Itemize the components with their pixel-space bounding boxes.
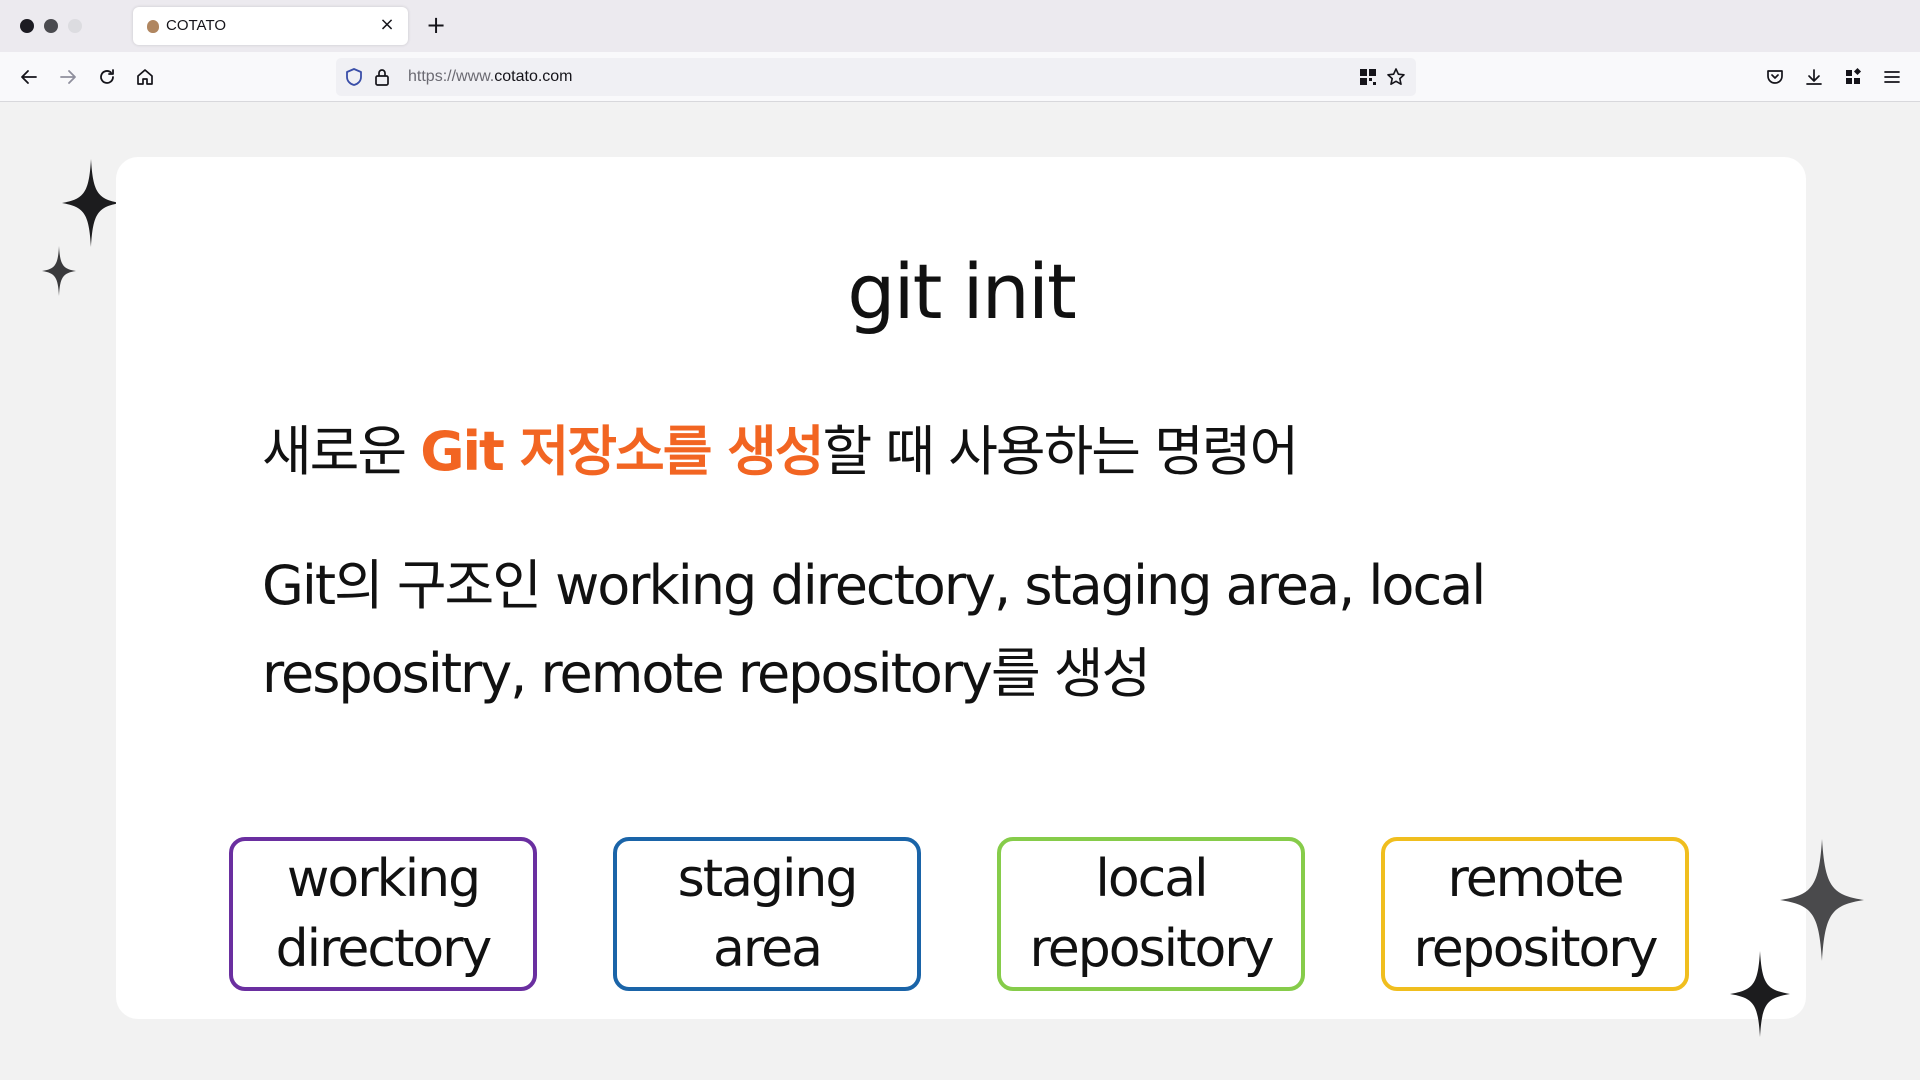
working-directory-box: working directory xyxy=(229,837,537,991)
box-label-line2: directory xyxy=(275,919,493,979)
new-tab-button[interactable]: + xyxy=(422,12,450,40)
arrow-left-icon[interactable] xyxy=(14,62,44,92)
shield-icon[interactable] xyxy=(344,67,364,87)
sparkle-small-bottom-right-icon xyxy=(1730,951,1790,1037)
hamburger-menu-icon[interactable] xyxy=(1877,62,1907,92)
tab-title: COTATO xyxy=(166,17,226,34)
pocket-icon[interactable] xyxy=(1760,62,1790,92)
page-content: git init 새로운 Git 저장소를 생성할 때 사용하는 명령어 Git… xyxy=(0,103,1920,1080)
staging-area-box: staging area xyxy=(613,837,921,991)
close-window-button[interactable] xyxy=(20,19,34,33)
box-label-line2: area xyxy=(713,919,823,979)
description-suffix: 할 때 사용하는 명령어 xyxy=(822,420,1300,483)
box-label-line1: staging xyxy=(677,849,859,909)
box-label-line1: local xyxy=(1095,849,1208,909)
url-text[interactable]: https://www.cotato.com xyxy=(408,68,573,86)
arrow-right-icon[interactable] xyxy=(53,62,83,92)
slide-title: git init xyxy=(847,247,1077,336)
remote-repository-box: remote repository xyxy=(1381,837,1689,991)
reload-icon[interactable] xyxy=(92,62,122,92)
favicon-icon xyxy=(147,20,159,33)
tab-strip: COTATO × + xyxy=(0,0,1920,52)
qr-code-icon[interactable] xyxy=(1358,67,1378,87)
maximize-window-button[interactable] xyxy=(68,19,82,33)
local-repository-box: local repository xyxy=(997,837,1305,991)
url-domain: cotato.com xyxy=(494,68,573,85)
box-label: local repository xyxy=(1029,844,1275,984)
box-label-line1: working xyxy=(286,849,481,909)
box-label: remote repository xyxy=(1413,844,1659,984)
box-label: working directory xyxy=(275,844,493,984)
tab-close-icon[interactable]: × xyxy=(376,14,398,36)
url-bar[interactable]: https://www.cotato.com xyxy=(336,58,1416,96)
sparkle-large-bottom-right-icon xyxy=(1780,839,1864,961)
box-label-line2: repository xyxy=(1029,919,1275,979)
star-icon[interactable] xyxy=(1386,67,1406,87)
extensions-icon[interactable] xyxy=(1838,62,1868,92)
description-highlight: Git 저장소를 생성 xyxy=(420,420,824,483)
url-protocol: https://www. xyxy=(408,68,495,85)
sparkle-small-top-left-icon xyxy=(42,246,76,296)
box-label: staging area xyxy=(677,844,859,984)
box-label-line1: remote xyxy=(1447,849,1624,909)
minimize-window-button[interactable] xyxy=(44,19,58,33)
slide-description: 새로운 Git 저장소를 생성할 때 사용하는 명령어 xyxy=(262,407,1300,486)
lock-icon[interactable] xyxy=(372,67,392,87)
tab-cotato[interactable]: COTATO × xyxy=(133,7,408,45)
download-icon[interactable] xyxy=(1799,62,1829,92)
slide-card: git init 새로운 Git 저장소를 생성할 때 사용하는 명령어 Git… xyxy=(116,157,1806,1019)
description-prefix: 새로운 xyxy=(262,420,421,483)
sparkle-large-top-left-icon xyxy=(62,159,120,247)
slide-paragraph: Git의 구조인 working directory, staging area… xyxy=(262,554,1486,705)
home-icon[interactable] xyxy=(130,62,160,92)
navigation-toolbar: https://www.cotato.com xyxy=(0,52,1920,102)
box-label-line2: repository xyxy=(1413,919,1659,979)
